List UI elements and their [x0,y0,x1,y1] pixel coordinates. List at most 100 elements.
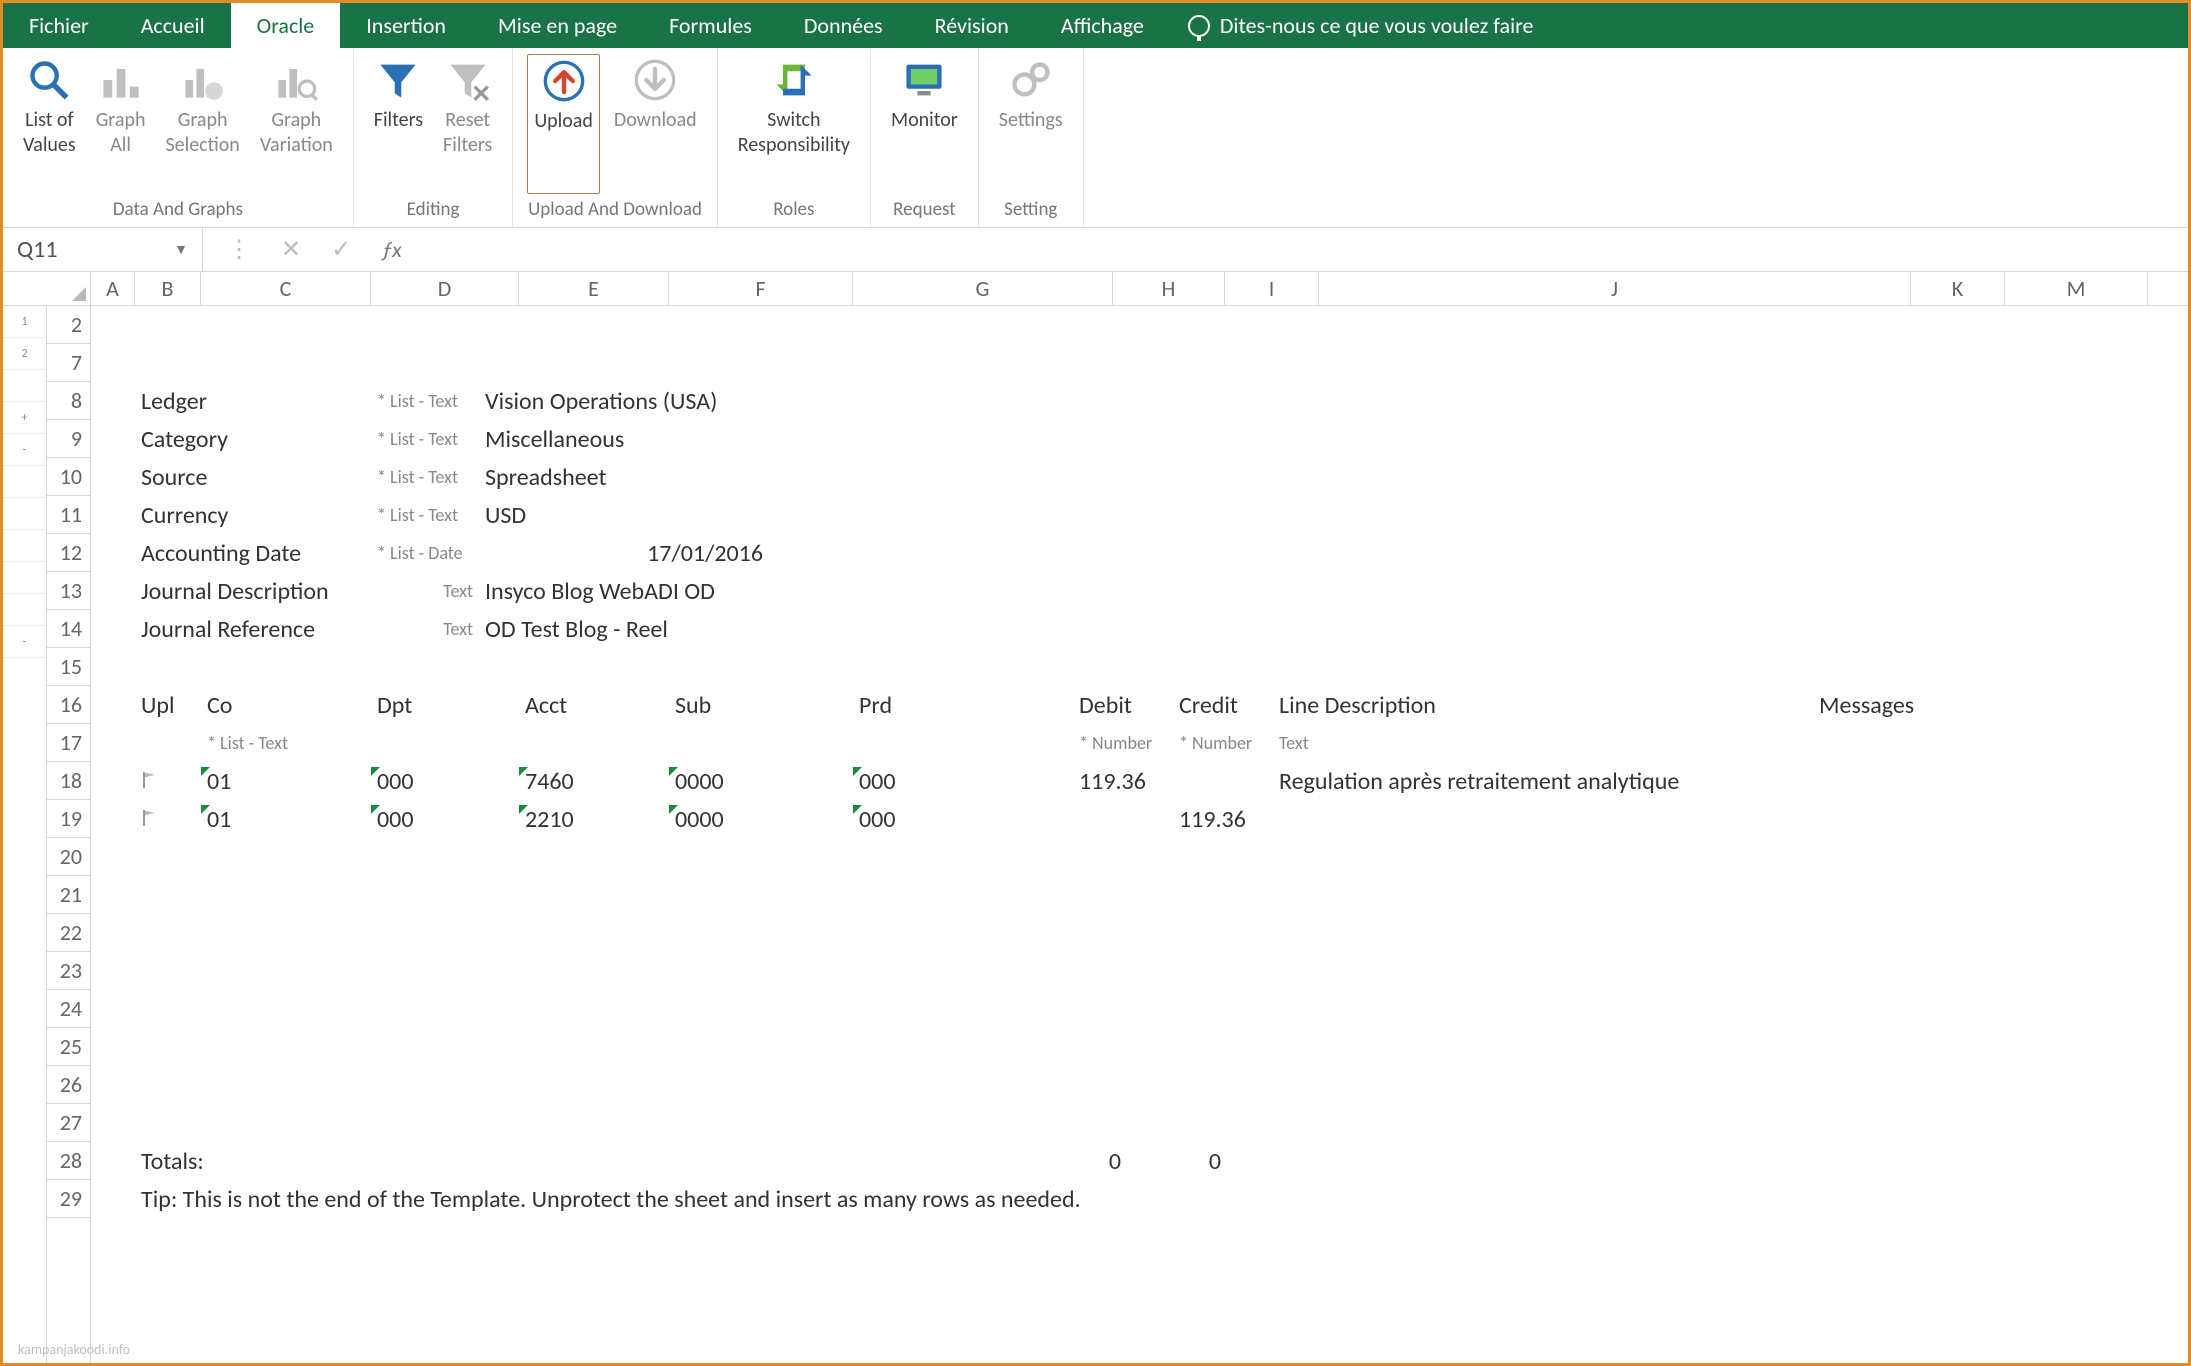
name-box[interactable]: Q11 ▼ [3,228,203,271]
row-header[interactable]: 23 [47,952,90,990]
row-header[interactable]: 28 [47,1142,90,1180]
cancel-icon[interactable]: ✕ [281,235,301,264]
col-header[interactable]: C [201,272,371,305]
download-button[interactable]: Download [608,54,703,194]
ribbon-group-label: Roles [732,194,856,227]
row-header[interactable]: 12 [47,534,90,572]
row-header[interactable]: 27 [47,1104,90,1142]
settings-button[interactable]: Settings [993,54,1069,194]
tab-affichage[interactable]: Affichage [1035,3,1170,48]
bar-chart-gear-icon [181,58,225,102]
sheet: 1 2 + - - 278910111213141516171819202122… [3,306,2188,1363]
row-header[interactable]: 21 [47,876,90,914]
col-header[interactable]: B [135,272,201,305]
row-header[interactable]: 29 [47,1180,90,1218]
monitor-button[interactable]: Monitor [885,54,964,194]
tab-formules[interactable]: Formules [643,3,778,48]
bar-chart-search-icon [274,58,318,102]
col-header[interactable]: A [91,272,135,305]
outline-gutter[interactable]: 1 2 + - - [3,306,47,1363]
ribbon-group-request: Monitor Request [871,48,979,227]
ribbon-group-data-and-graphs: List of Values Graph All Graph Selection… [3,48,354,227]
row-header[interactable]: 16 [47,686,90,724]
row-header[interactable]: 13 [47,572,90,610]
ribbon-group-label: Data And Graphs [17,194,339,227]
tab-accueil[interactable]: Accueil [115,3,231,48]
ribbon-group-label: Upload And Download [527,194,702,227]
tab-oracle[interactable]: Oracle [231,3,341,48]
swap-arrows-icon [772,58,816,102]
lightbulb-icon [1188,15,1210,37]
row-header[interactable]: 19 [47,800,90,838]
ribbon-group-label: Setting [993,194,1069,227]
table-row[interactable]: 01 000 7460 0000 000 119.36 Regulation a… [91,762,2188,800]
ribbon-group-label: Request [885,194,964,227]
ribbon-group-roles: Switch Responsibility Roles [718,48,871,227]
row-header[interactable]: 14 [47,610,90,648]
col-header[interactable]: M [2005,272,2148,305]
row-headers: 2789101112131415161718192021222324252627… [47,306,91,1363]
reset-filters-button[interactable]: Reset Filters [437,54,498,194]
download-arrow-icon [633,58,677,102]
chevron-down-icon: ▼ [174,241,188,258]
confirm-icon[interactable]: ✓ [331,235,351,264]
row-header[interactable]: 26 [47,1066,90,1104]
gears-icon [1009,58,1053,102]
col-header[interactable]: E [519,272,669,305]
list-of-values-button[interactable]: List of Values [17,54,82,194]
row-header[interactable]: 11 [47,496,90,534]
col-header[interactable]: D [371,272,519,305]
table-row[interactable]: 01 000 2210 0000 000 119.36 [91,800,2188,838]
dots-icon: ⋮ [227,235,251,264]
col-header[interactable]: F [669,272,853,305]
tab-fichier[interactable]: Fichier [3,3,115,48]
funnel-icon [376,58,420,102]
row-header[interactable]: 17 [47,724,90,762]
tab-donnees[interactable]: Données [778,3,909,48]
column-headers: A B C D E F G H I J K M [3,272,2188,306]
magnifier-icon [27,58,71,102]
upload-button[interactable]: Upload [527,54,600,194]
row-header[interactable]: 9 [47,420,90,458]
flag-icon [141,771,159,789]
col-header[interactable]: K [1911,272,2005,305]
row-header[interactable]: 22 [47,914,90,952]
flag-icon [141,809,159,827]
row-header[interactable]: 18 [47,762,90,800]
row-header[interactable]: 7 [47,344,90,382]
menu-bar: Fichier Accueil Oracle Insertion Mise en… [3,3,2188,48]
col-header[interactable]: J [1319,272,1911,305]
cells[interactable]: Ledger * List - Text Vision Operations (… [91,306,2188,1363]
filters-button[interactable]: Filters [368,54,429,194]
tell-me-label: Dites-nous ce que vous voulez faire [1220,12,1534,39]
totals-row: Totals: 0 0 [91,1142,2188,1180]
col-header[interactable]: H [1113,272,1225,305]
switch-responsibility-button[interactable]: Switch Responsibility [732,54,856,194]
tab-revision[interactable]: Révision [909,3,1035,48]
field-value[interactable]: Vision Operations (USA) [479,387,723,416]
graph-variation-button[interactable]: Graph Variation [254,54,339,194]
ribbon: List of Values Graph All Graph Selection… [3,48,2188,228]
ribbon-group-upload-download: Upload Download Upload And Download [513,48,717,227]
ribbon-group-setting: Settings Setting [979,48,1084,227]
row-header[interactable]: 15 [47,648,90,686]
table-hint-row: * List - Text * Number * Number Text [91,724,2188,762]
row-header[interactable]: 20 [47,838,90,876]
graph-selection-button[interactable]: Graph Selection [159,54,245,194]
graph-all-button[interactable]: Graph All [90,54,152,194]
tell-me[interactable]: Dites-nous ce que vous voulez faire [1170,3,1552,48]
select-all-corner[interactable] [3,272,91,305]
fx-icon[interactable]: ƒx [381,236,402,263]
col-header[interactable]: I [1225,272,1319,305]
row-header[interactable]: 10 [47,458,90,496]
row-header[interactable]: 24 [47,990,90,1028]
row-header[interactable]: 8 [47,382,90,420]
tab-mise-en-page[interactable]: Mise en page [472,3,643,48]
row-header[interactable]: 2 [47,306,90,344]
table-header-row: Upl Co Dpt Acct Sub Prd Debit Credit Lin… [91,686,2188,724]
watermark: kampanjakoodi.info [18,1341,130,1358]
tab-insertion[interactable]: Insertion [340,3,472,48]
field-hint: * List - Text [371,390,479,412]
col-header[interactable]: G [853,272,1113,305]
row-header[interactable]: 25 [47,1028,90,1066]
